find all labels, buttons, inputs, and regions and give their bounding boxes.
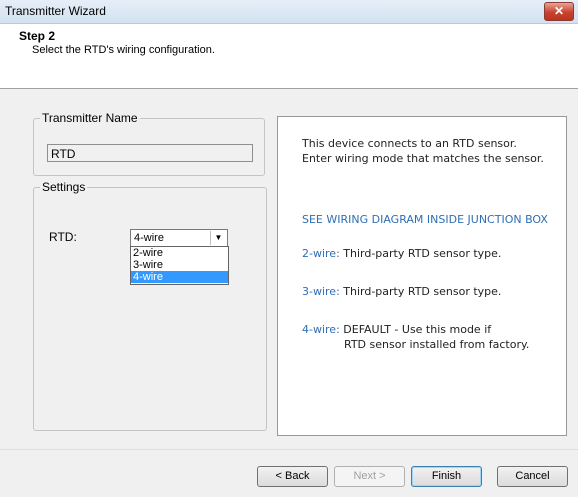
cancel-button[interactable]: Cancel: [497, 466, 568, 487]
settings-legend: Settings: [42, 180, 86, 194]
finish-button[interactable]: Finish: [411, 466, 482, 487]
rtd-wiring-dropdown: 2-wire 3-wire 4-wire: [130, 246, 229, 285]
close-button[interactable]: ✕: [544, 2, 574, 21]
wire2-text: Third-party RTD sensor type.: [343, 247, 502, 260]
next-button[interactable]: Next >: [334, 466, 405, 487]
step-title: Step 2: [19, 29, 56, 43]
option-2-wire[interactable]: 2-wire: [131, 247, 228, 259]
wire2-label: 2-wire:: [302, 247, 340, 260]
close-icon: ✕: [553, 4, 565, 18]
wire4-text: DEFAULT - Use this mode if: [343, 323, 492, 336]
wiring-diagram-note: SEE WIRING DIAGRAM INSIDE JUNCTION BOX: [302, 213, 548, 226]
option-4-wire[interactable]: 4-wire: [131, 271, 228, 283]
wire4-text-line-2: RTD sensor installed from factory.: [344, 338, 530, 351]
info-line-1: This device connects to an RTD sensor.: [302, 137, 517, 150]
settings-group: Settings RTD: 4-wire ▼ 2-wire 3-wire 4-w…: [33, 180, 267, 431]
transmitter-name-group: Transmitter Name RTD: [33, 111, 265, 176]
wire3-description: 3-wire: Third-party RTD sensor type.: [302, 285, 501, 298]
wire4-description: 4-wire: DEFAULT - Use this mode if: [302, 323, 491, 336]
transmitter-name-legend: Transmitter Name: [42, 111, 138, 125]
wire4-label: 4-wire:: [302, 323, 340, 336]
title-bar: Transmitter Wizard ✕: [0, 0, 578, 24]
rtd-wiring-select[interactable]: 4-wire ▼: [130, 229, 228, 247]
back-button[interactable]: < Back: [257, 466, 328, 487]
transmitter-name-field: RTD: [47, 144, 253, 162]
chevron-down-icon[interactable]: ▼: [210, 231, 226, 245]
rtd-label: RTD:: [49, 230, 77, 244]
footer-divider: [0, 449, 578, 450]
wire3-text: Third-party RTD sensor type.: [343, 285, 502, 298]
wizard-header: Step 2 Select the RTD's wiring configura…: [0, 24, 578, 89]
info-line-2: Enter wiring mode that matches the senso…: [302, 152, 544, 165]
wizard-content: Transmitter Name RTD Settings RTD: 4-wir…: [0, 89, 578, 449]
rtd-selected-value: 4-wire: [134, 232, 164, 244]
wire2-description: 2-wire: Third-party RTD sensor type.: [302, 247, 501, 260]
step-subtitle: Select the RTD's wiring configuration.: [32, 44, 215, 56]
option-3-wire[interactable]: 3-wire: [131, 259, 228, 271]
wire3-label: 3-wire:: [302, 285, 340, 298]
window-title: Transmitter Wizard: [5, 4, 106, 18]
info-panel: This device connects to an RTD sensor. E…: [277, 116, 567, 436]
